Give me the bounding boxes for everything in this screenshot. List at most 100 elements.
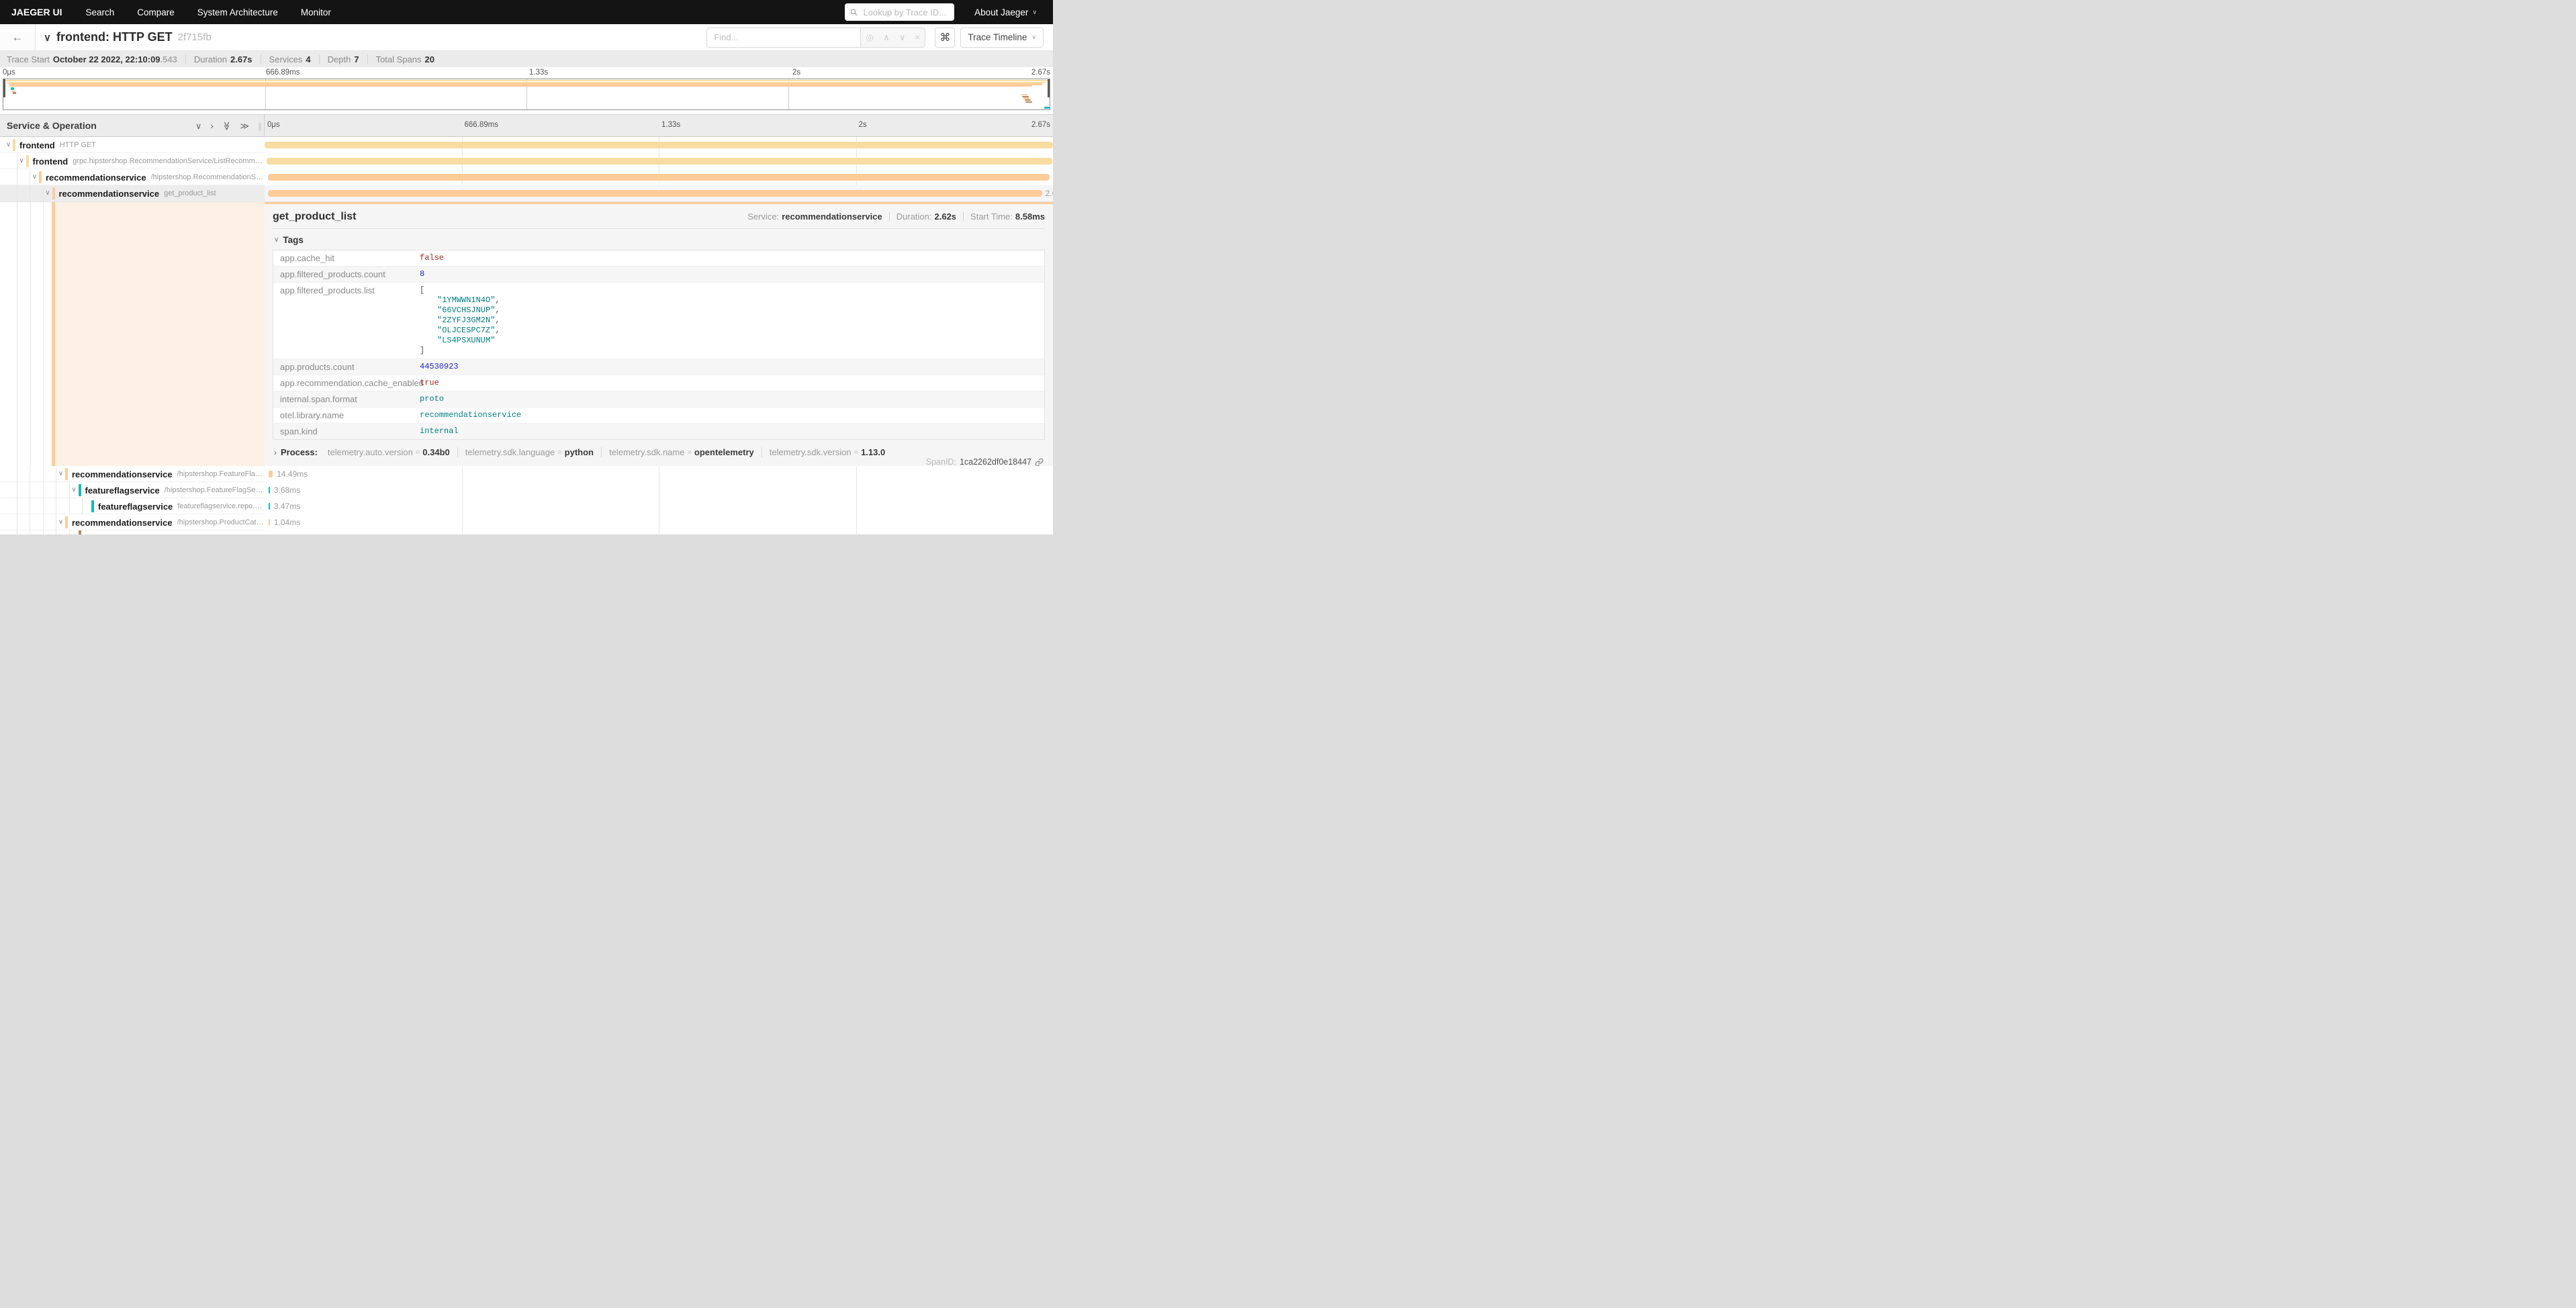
span-rows-bottom: ∨recommendationservice/hipstershop.Featu… [0, 466, 1053, 534]
process-tag-key: telemetry.sdk.language [465, 447, 555, 457]
span-row[interactable]: ∨recommendationservice/hipstershop.Recom… [0, 169, 1053, 185]
span-id-value: 1ca2262df0e18447 [960, 457, 1031, 466]
list-item: "1YMWWN1N4O", [420, 295, 500, 306]
deep-link-icon[interactable] [1035, 458, 1044, 467]
minimap-left-handle[interactable] [3, 79, 5, 97]
span-service-name: recommendationservice [46, 173, 146, 183]
span-timeline-cell[interactable] [265, 137, 1053, 153]
span-row[interactable]: ∨recommendationserviceget_product_list 2.… [0, 185, 1053, 201]
span-timeline-cell[interactable] [265, 153, 1053, 169]
brand-logo[interactable]: JAEGER UI [0, 7, 74, 17]
span-color-band [39, 171, 42, 183]
span-name-cell[interactable]: ∨ frontend grpc.hipstershop.Recommendation… [0, 153, 265, 169]
nav-item-compare[interactable]: Compare [126, 7, 186, 17]
overview-tick-label: 2s [792, 68, 800, 77]
indent-guide [17, 514, 31, 530]
minimap-span [13, 92, 16, 93]
trace-id-search[interactable] [845, 3, 954, 21]
summary-value: October 22 2022, 22:10:09 [53, 54, 160, 64]
find-input[interactable] [706, 28, 861, 48]
trace-id-search-input[interactable] [862, 7, 950, 18]
span-name-cell[interactable] [0, 530, 265, 534]
span-children-chevron[interactable]: ∨ [4, 142, 13, 148]
minimap-span [1044, 107, 1050, 109]
indent-guide [30, 482, 44, 498]
span-timeline-cell[interactable]: 2.62s [265, 185, 1053, 201]
span-children-chevron[interactable]: ∨ [70, 487, 79, 494]
nav-item-system-architecture[interactable]: System Architecture [186, 7, 289, 17]
span-row[interactable]: ∨recommendationservice/hipstershop.Featu… [0, 466, 1053, 482]
tags-section-toggle[interactable]: ∨ Tags [274, 235, 1045, 245]
focus-match-icon[interactable]: ◎ [866, 33, 874, 42]
expand-one-icon[interactable]: › [210, 122, 213, 130]
trace-header: ← ∨ frontend: HTTP GET 2f715fb ◎∧∨× ⌘ Tr… [0, 24, 1053, 51]
span-row[interactable] [0, 530, 1053, 534]
collapse-all-icon[interactable]: ≫ [222, 121, 231, 130]
indent-guide [17, 185, 31, 201]
span-timeline-cell[interactable] [265, 169, 1053, 185]
back-button[interactable]: ← [0, 24, 36, 50]
equals-sign: = [416, 449, 420, 457]
span-children-chevron[interactable]: ∨ [56, 471, 65, 477]
indent-guide [4, 466, 17, 482]
span-children-chevron[interactable]: ∨ [56, 519, 65, 526]
overview-tick-label: 1.33s [529, 68, 548, 77]
span-row[interactable]: ∨frontendHTTP GET [0, 137, 1053, 153]
equals-sign: = [854, 449, 858, 457]
span-name-cell[interactable]: ∨recommendationservice/hipstershop.Produ… [0, 514, 265, 530]
column-resizer[interactable]: ∥ [258, 122, 262, 131]
span-children-chevron[interactable]: ∨ [44, 190, 52, 197]
span-timeline-cell[interactable]: 1.04ms [265, 514, 1053, 530]
span-duration-bar[interactable] [265, 142, 1053, 148]
nav-item-monitor[interactable]: Monitor [289, 7, 342, 17]
indent-guide [4, 169, 17, 185]
process-section-toggle[interactable]: › Process: telemetry.auto.version=0.34b0… [273, 447, 1045, 457]
trace-view-select[interactable]: Trace Timeline ∨ [960, 28, 1044, 48]
expand-all-icon[interactable]: ≫ [240, 122, 249, 130]
span-duration-bar[interactable] [269, 519, 270, 526]
span-name-cell[interactable]: ∨frontendHTTP GET [0, 137, 265, 153]
keyboard-shortcuts-button[interactable]: ⌘ [935, 28, 955, 48]
span-children-chevron[interactable]: ∨ [17, 158, 26, 165]
next-match-icon[interactable]: ∨ [899, 33, 906, 42]
trace-collapse-chevron[interactable]: ∨ [44, 32, 51, 44]
summary-label: Services [269, 54, 303, 64]
span-duration-bar[interactable] [267, 158, 1052, 165]
about-jaeger-menu[interactable]: About Jaeger ∨ [974, 7, 1053, 17]
overview-tick-label: 0μs [3, 68, 15, 77]
span-duration-bar[interactable] [269, 471, 273, 477]
span-duration-label: 3.47ms [274, 502, 300, 511]
summary-value: 20 [425, 54, 434, 64]
timeline-tick-label: 2.67s [1031, 121, 1050, 129]
clear-find-icon[interactable]: × [915, 33, 921, 42]
span-name-cell[interactable]: featureflagservicefeatureflagservice.rep… [0, 498, 265, 514]
span-row[interactable]: ∨recommendationservice/hipstershop.Produ… [0, 514, 1053, 530]
span-name-cell[interactable]: ∨recommendationservice/hipstershop.Recom… [0, 169, 265, 185]
tag-key: app.filtered_products.list [273, 283, 414, 359]
span-timeline-cell[interactable]: 3.47ms [265, 498, 1053, 514]
prev-match-icon[interactable]: ∧ [883, 33, 890, 42]
span-timeline-cell[interactable]: 3.68ms [265, 482, 1053, 498]
span-operation-name: grpc.hipstershop.RecommendationService/L… [73, 157, 265, 165]
span-duration-bar[interactable] [268, 174, 1050, 181]
overview-minimap[interactable] [3, 79, 1050, 110]
span-name-cell[interactable]: ∨recommendationservice/hipstershop.Featu… [0, 466, 265, 482]
span-name-cell[interactable]: ∨featureflagservice/hipstershop.FeatureF… [0, 482, 265, 498]
span-timeline-cell[interactable]: 14.49ms [265, 466, 1053, 482]
span-name-cell[interactable]: ∨recommendationserviceget_product_list [0, 185, 265, 201]
span-row[interactable]: ∨featureflagservice/hipstershop.FeatureF… [0, 482, 1053, 498]
collapse-one-icon[interactable]: ∨ [195, 122, 202, 130]
span-service-name: frontend [33, 156, 68, 167]
span-detail-header: get_product_list Service:recommendations… [273, 208, 1045, 223]
span-duration-bar[interactable] [269, 503, 270, 510]
span-row[interactable]: featureflagservicefeatureflagservice.rep… [0, 498, 1053, 514]
span-timeline-cell[interactable] [265, 530, 1053, 534]
indent-guide [4, 530, 17, 534]
span-row[interactable]: ∨ frontend grpc.hipstershop.Recommendation… [0, 153, 1053, 169]
span-duration-bar[interactable] [268, 190, 1042, 197]
span-children-chevron[interactable]: ∨ [30, 174, 39, 181]
nav-item-search[interactable]: Search [74, 7, 126, 17]
span-duration-bar[interactable] [269, 487, 270, 494]
minimap-right-handle[interactable] [1048, 79, 1050, 97]
span-duration-label: 2.62s [1046, 189, 1053, 198]
